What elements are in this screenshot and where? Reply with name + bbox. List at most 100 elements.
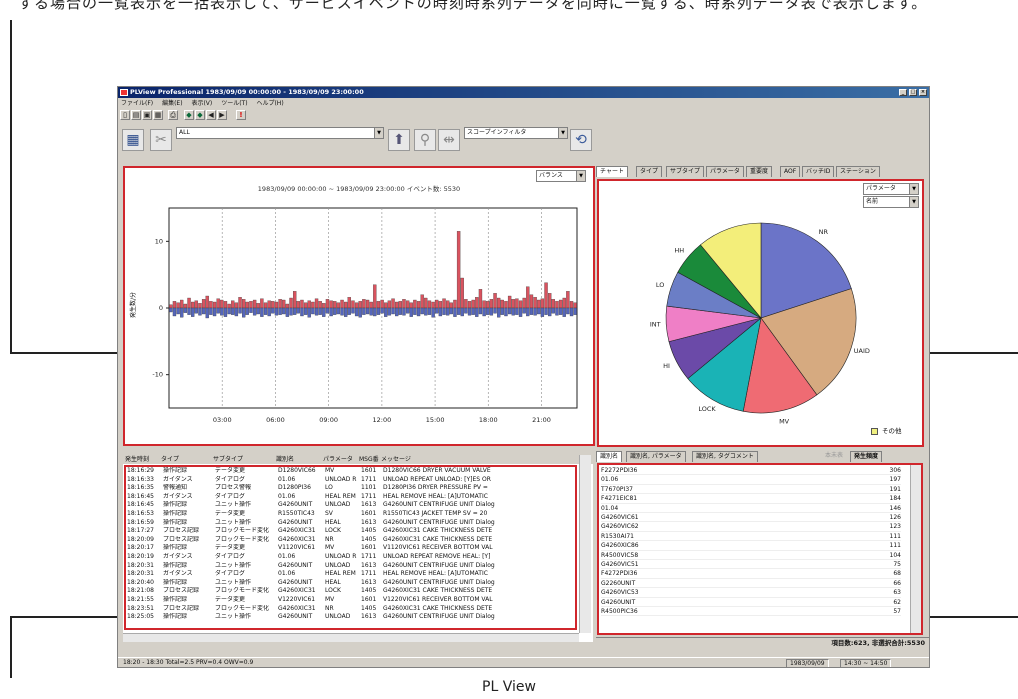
negative-bar: [537, 307, 541, 315]
scope-icon[interactable]: ⇹: [438, 129, 460, 151]
column-header[interactable]: パラメータ: [323, 455, 353, 464]
tag-tab-0[interactable]: 識別名: [596, 451, 623, 462]
filter-combo[interactable]: ALL ▼: [176, 127, 384, 139]
list-item[interactable]: R4500PIC36 57: [601, 607, 901, 617]
list-item[interactable]: G4260VIC61 126: [601, 513, 901, 523]
pie-chart[interactable]: NR UAID MV LOCK HI INT LO HH: [599, 181, 922, 445]
negative-bar: [384, 307, 388, 317]
table-row[interactable]: 18:20:19 ガイダンス ダイアログ 01.06 UNLOAD R 1711 UNLOA…: [126, 553, 575, 562]
refresh-icon[interactable]: ⟲: [570, 129, 592, 151]
table-row[interactable]: 18:20:09 プロセス記録 ブロックモード変化 G4260XIC31 NR 1405 G…: [126, 536, 575, 545]
list-item[interactable]: 01.04 146: [601, 504, 901, 513]
copy-icon[interactable]: ▦: [153, 110, 163, 120]
tab-0[interactable]: チャート: [596, 166, 628, 177]
save-icon[interactable]: ▣: [142, 110, 152, 120]
minimize-button[interactable]: _: [899, 89, 907, 96]
table-row[interactable]: 18:16:33 ガイダンス ダイアログ 01.06 UNLOAD R 1711 UNLOA…: [126, 476, 575, 485]
negative-bar: [176, 307, 180, 315]
table-row[interactable]: 18:20:40 操作記録 ユニット操作 G4260UNIT HEAL 1613 G4260…: [126, 579, 575, 588]
table-row[interactable]: 18:20:31 ガイダンス ダイアログ 01.06 HEAL REM 1711 HEAL …: [126, 570, 575, 579]
column-header[interactable]: メッセージ: [381, 455, 411, 464]
table-row[interactable]: 18:16:29 操作記録 データ変更 D1280VIC66 MV 1601 D1280VI…: [126, 467, 575, 476]
list-item[interactable]: 01.06 197: [601, 475, 901, 485]
column-header[interactable]: MSG番: [359, 455, 379, 464]
column-header[interactable]: 発生時刻: [125, 455, 149, 464]
list-item[interactable]: G4260UNIT 62: [601, 598, 901, 607]
chevron-down-icon[interactable]: ▼: [558, 128, 567, 138]
table-row[interactable]: 18:20:31 操作記録 ユニット操作 G4260UNIT UNLOAD 1613 G42…: [126, 562, 575, 571]
column-header[interactable]: 識別名: [276, 455, 294, 464]
list-item[interactable]: R1530AI71 111: [601, 532, 901, 542]
tab-5[interactable]: AOF: [780, 166, 801, 177]
filter-table-icon[interactable]: ▦: [122, 129, 144, 151]
tag-summary: 項目数:623, 非選択合計:5530: [596, 637, 929, 647]
alert-icon[interactable]: !: [236, 110, 246, 120]
table-row[interactable]: 18:16:45 ガイダンス ダイアログ 01.06 HEAL REM 1711 HEAL …: [126, 493, 575, 502]
negative-bar: [504, 307, 508, 317]
sort-by-frequency-button[interactable]: 発生頻度: [850, 451, 883, 462]
list-item[interactable]: F4271EIC81 184: [601, 494, 901, 504]
table-cell: 18:20:17: [127, 544, 154, 552]
scope-filter-combo[interactable]: スコープインフィルタ ▼: [464, 127, 568, 139]
table-row[interactable]: 18:16:45 操作記録 ユニット操作 G4260UNIT UNLOAD 1613 G42…: [126, 501, 575, 510]
close-button[interactable]: ×: [919, 89, 927, 96]
vertical-scrollbar[interactable]: [579, 455, 591, 633]
tag-tab-1[interactable]: 識別名, パラメータ: [626, 451, 686, 462]
up-arrow-icon[interactable]: ⬆: [388, 129, 410, 151]
tab-3[interactable]: パラメータ: [706, 166, 744, 177]
menu-edit[interactable]: 編集(E): [162, 100, 182, 107]
table-cell: 1711: [361, 475, 377, 483]
list-item[interactable]: G4260XIC86 111: [601, 541, 901, 551]
horizontal-scrollbar[interactable]: [123, 633, 579, 642]
table-row[interactable]: 18:20:17 操作記録 データ変更 V1120VIC61 MV 1601 V1120VI…: [126, 544, 575, 553]
table-row[interactable]: 18:21:55 操作記録 データ変更 V1220VIC61 MV 1601 V1220VI…: [126, 596, 575, 605]
prev-icon[interactable]: ◀: [206, 110, 216, 120]
tag-count: 68: [893, 570, 901, 578]
pie-slice-label: HH: [674, 246, 684, 254]
menu-tools[interactable]: ツール(T): [221, 100, 247, 107]
list-item[interactable]: R4500VIC58 104: [601, 551, 901, 560]
tag-tab-2[interactable]: 識別名, タグコメント: [692, 451, 758, 462]
cut-icon[interactable]: ✂: [150, 129, 172, 151]
menu-file[interactable]: ファイル(F): [121, 100, 153, 107]
new-icon[interactable]: ▯: [120, 110, 130, 120]
list-item[interactable]: G4260VIC51 75: [601, 560, 901, 570]
next-icon[interactable]: ▶: [217, 110, 227, 120]
vertical-scrollbar[interactable]: [910, 465, 921, 633]
search-icon[interactable]: ⚲: [414, 129, 436, 151]
first-page-icon[interactable]: ◆: [184, 110, 194, 120]
tab-1[interactable]: タイプ: [636, 166, 663, 177]
list-item[interactable]: T7670PI37 191: [601, 485, 901, 495]
table-row[interactable]: 18:16:53 操作記録 データ変更 R1550TIC43 SV 1601 R1550TI…: [126, 510, 575, 519]
print-icon[interactable]: ⎙: [168, 110, 178, 120]
column-header[interactable]: サブタイプ: [213, 455, 243, 464]
list-item[interactable]: G2260UNIT 66: [601, 579, 901, 589]
bar-chart[interactable]: 03:00 06:00 09:00 12:00 15:00 18:00 21:00 10 0 -1…: [125, 168, 593, 444]
list-item[interactable]: F4272PDI36 68: [601, 569, 901, 579]
tab-7[interactable]: ステーション: [836, 166, 880, 177]
positive-bar: [183, 303, 188, 309]
list-item[interactable]: G4260VIC53 63: [601, 588, 901, 598]
menu-view[interactable]: 表示(V): [191, 100, 212, 107]
chevron-down-icon[interactable]: ▼: [374, 128, 383, 138]
table-row[interactable]: 18:16:35 警報通知 プロセス警報 D1280PI36 LO 1101 D1280PI…: [126, 484, 575, 493]
positive-bar: [435, 299, 439, 309]
maximize-button[interactable]: □: [909, 89, 917, 96]
open-icon[interactable]: ▤: [131, 110, 141, 120]
tab-4[interactable]: 重要度: [746, 166, 773, 177]
menu-help[interactable]: ヘルプ(H): [256, 100, 283, 107]
table-row[interactable]: 18:25:05 操作記録 ユニット操作 G4260UNIT UNLOAD 1613 G42…: [126, 613, 575, 622]
table-row[interactable]: 18:23:51 プロセス記録 ブロックモード変化 G4260XIC31 NR 1405 G…: [126, 605, 575, 614]
table-row[interactable]: 18:21:08 プロセス記録 ブロックモード変化 G4260XIC31 LOCK 140…: [126, 587, 575, 596]
list-item[interactable]: F2272PDI36 306: [601, 466, 901, 476]
top-caption: する場合の一覧表示を一括表示して、サービスイベントの時刻時系列データを同時に一覧…: [18, 0, 928, 12]
negative-bar: [380, 307, 384, 314]
list-item[interactable]: G4260VIC62 123: [601, 522, 901, 532]
title-bar[interactable]: PLView Professional 1983/09/09 00:00:00 …: [118, 87, 929, 98]
tab-2[interactable]: サブタイプ: [666, 166, 705, 177]
column-header[interactable]: タイプ: [161, 455, 179, 464]
table-row[interactable]: 18:17:27 プロセス記録 ブロックモード変化 G4260XIC31 LOCK 140…: [126, 527, 575, 536]
last-page-icon[interactable]: ◆: [195, 110, 205, 120]
table-row[interactable]: 18:16:59 操作記録 ユニット操作 G4260UNIT HEAL 1613 G4260…: [126, 519, 575, 528]
tab-6[interactable]: バッチID: [802, 166, 835, 177]
